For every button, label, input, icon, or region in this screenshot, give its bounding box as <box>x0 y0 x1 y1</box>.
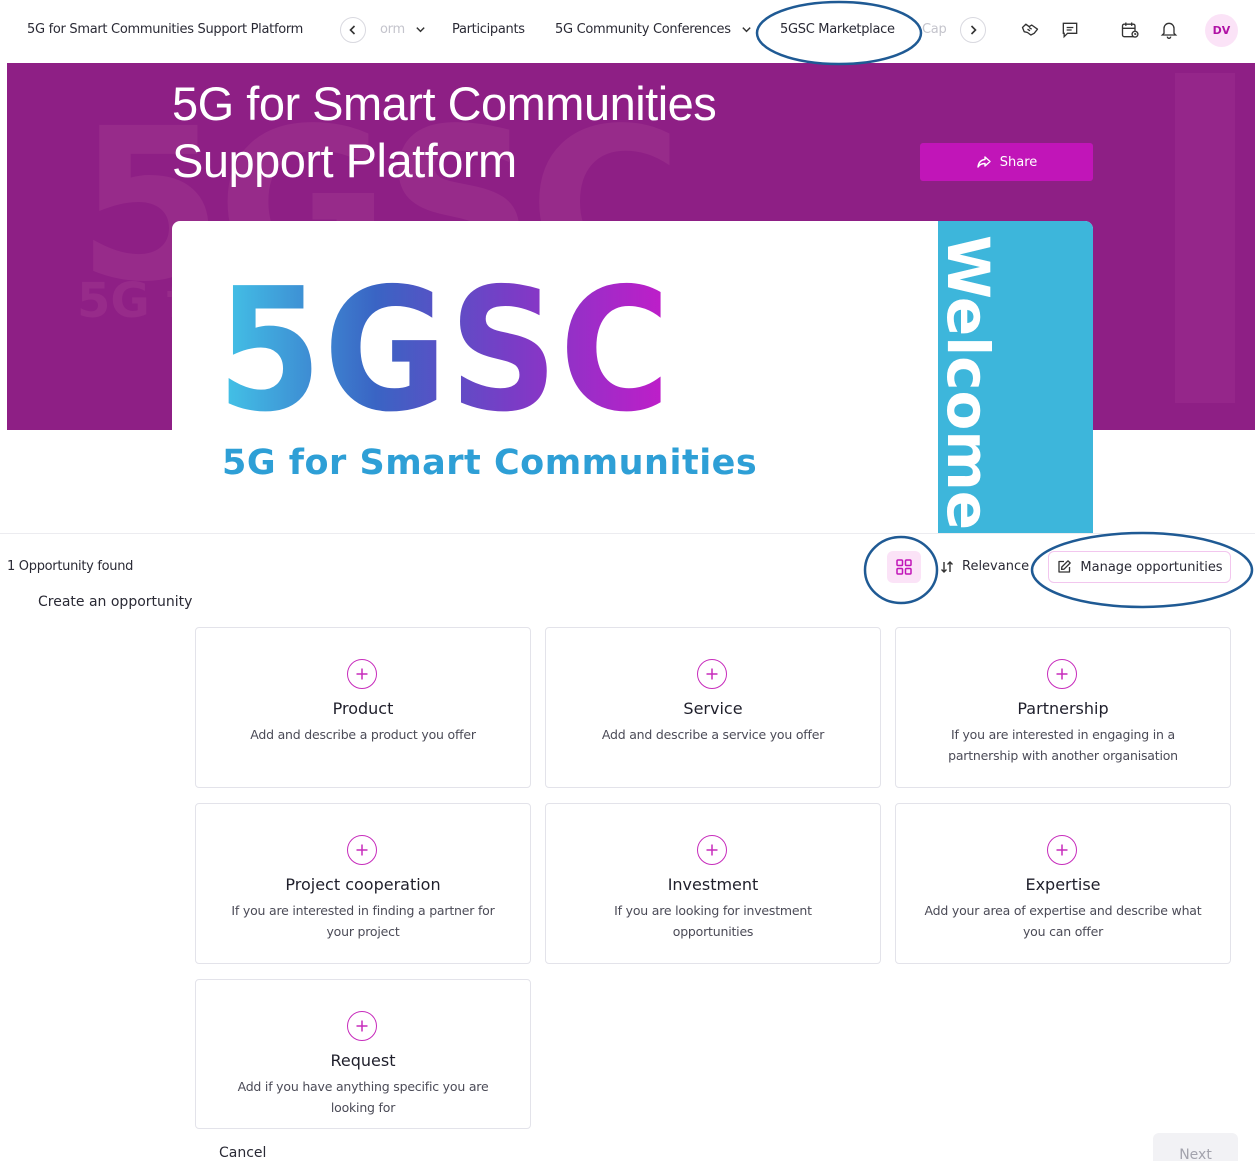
plus-circle-icon <box>347 659 377 689</box>
plus-circle-icon <box>697 835 727 865</box>
opportunity-card-description: If you are interested in engaging in a p… <box>948 727 1178 763</box>
svg-text:5GSC: 5GSC <box>217 271 672 421</box>
welcome-strip: Welcome <box>938 221 1093 533</box>
sort-arrows-icon <box>941 560 953 573</box>
opportunity-card-title: Expertise <box>1025 875 1101 894</box>
opportunity-card-expertise[interactable]: Expertise Add your area of expertise and … <box>895 803 1231 964</box>
handshake-icon[interactable] <box>1018 18 1042 42</box>
opportunity-card-request[interactable]: Request Add if you have anything specific… <box>195 979 531 1129</box>
opportunity-card-product[interactable]: Product Add and describe a product you of… <box>195 627 531 788</box>
manage-opportunities-button[interactable]: Manage opportunities <box>1048 551 1231 583</box>
next-button[interactable]: Next <box>1153 1133 1238 1161</box>
opportunity-card-description: Add and describe a product you offer <box>250 727 476 742</box>
chevron-down-icon <box>741 27 751 33</box>
opportunity-card-description: If you are interested in finding a partn… <box>231 903 495 939</box>
community-banner-image: 5GSC 5G for Smart Communities Welcome <box>172 221 1093 533</box>
nav-scroll-right-button[interactable] <box>960 17 986 43</box>
user-avatar[interactable]: DV <box>1205 14 1238 47</box>
plus-circle-icon <box>347 835 377 865</box>
5gsc-logo: 5GSC <box>217 271 672 421</box>
calendar-icon[interactable] <box>1118 18 1142 42</box>
create-opportunity-heading: Create an opportunity <box>38 594 193 610</box>
cancel-button[interactable]: Cancel <box>219 1145 266 1161</box>
chevron-right-icon <box>970 25 977 35</box>
platform-name[interactable]: 5G for Smart Communities Support Platfor… <box>27 22 303 37</box>
grid-icon <box>896 559 912 575</box>
opportunity-card-title: Project cooperation <box>285 875 441 894</box>
plus-circle-icon <box>347 1011 377 1041</box>
nav-item-conferences[interactable]: 5G Community Conferences <box>555 22 752 37</box>
opportunity-card-title: Partnership <box>1017 699 1109 718</box>
opportunity-card-project-cooperation[interactable]: Project cooperation If you are interested… <box>195 803 531 964</box>
chat-icon[interactable] <box>1058 18 1082 42</box>
nav-item-participants[interactable]: Participants <box>452 22 525 37</box>
opportunity-card-title: Product <box>332 699 394 718</box>
nav-item-marketplace[interactable]: 5GSC Marketplace <box>780 22 895 37</box>
opportunity-card-description: Add and describe a service you offer <box>601 727 825 742</box>
welcome-text: Welcome <box>938 235 1002 531</box>
opportunity-card-title: Service <box>683 699 743 718</box>
opportunity-card-description: If you are looking for investment opport… <box>614 903 812 939</box>
nav-item-truncated-right[interactable]: Cap <box>922 22 947 37</box>
top-navigation: 5G for Smart Communities Support Platfor… <box>0 0 1255 62</box>
sort-dropdown[interactable]: Relevance <box>940 559 1029 574</box>
opportunity-card-description: Add your area of expertise and describe … <box>924 903 1202 939</box>
edit-icon <box>1058 560 1072 573</box>
banner-subtitle: 5G for Smart Communities <box>222 443 758 483</box>
hero-background-subtext: 5G f <box>77 273 188 329</box>
section-divider <box>0 533 1255 534</box>
bell-icon[interactable] <box>1157 18 1181 42</box>
hero-background-strip <box>1175 73 1235 403</box>
chevron-left-icon <box>349 25 356 35</box>
share-button[interactable]: Share <box>920 143 1093 181</box>
nav-item-truncated[interactable]: orm <box>380 22 426 37</box>
opportunity-card-service[interactable]: Service Add and describe a service you of… <box>545 627 881 788</box>
opportunity-card-partnership[interactable]: Partnership If you are interested in enga… <box>895 627 1231 788</box>
opportunity-card-title: Request <box>330 1051 396 1070</box>
opportunity-card-investment[interactable]: Investment If you are looking for investm… <box>545 803 881 964</box>
plus-circle-icon <box>697 659 727 689</box>
chevron-down-icon <box>416 27 425 33</box>
opportunity-card-title: Investment <box>667 875 759 894</box>
nav-scroll-left-button[interactable] <box>340 17 366 43</box>
plus-circle-icon <box>1047 835 1077 865</box>
grid-view-toggle[interactable] <box>887 551 921 583</box>
share-icon <box>977 156 991 168</box>
results-count: 1 Opportunity found <box>7 559 134 574</box>
plus-circle-icon <box>1047 659 1077 689</box>
opportunity-card-description: Add if you have anything specific you ar… <box>237 1079 489 1115</box>
page-title: 5G for Smart Communities Support Platfor… <box>172 77 717 187</box>
